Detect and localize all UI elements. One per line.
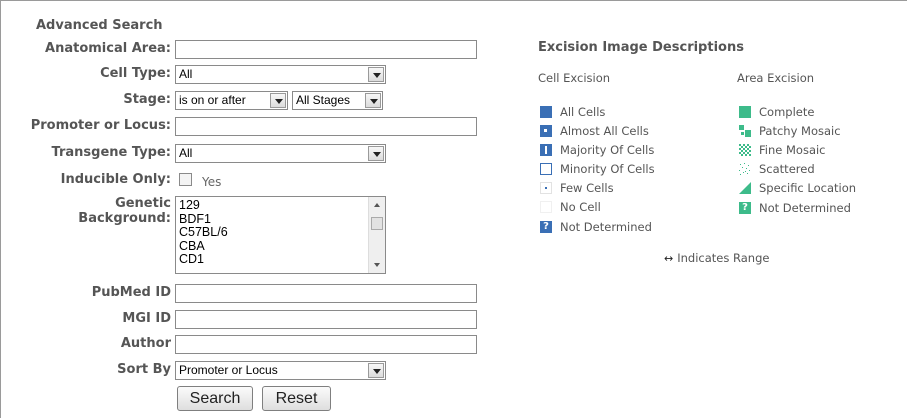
cell-type-label: Cell Type: (100, 66, 171, 81)
page-border-left (0, 0, 1, 418)
chevron-down-icon[interactable] (365, 93, 381, 108)
range-note: ↔ Indicates Range (664, 251, 769, 265)
chevron-down-icon[interactable] (270, 93, 286, 108)
scattered-icon (739, 163, 751, 175)
list-option[interactable]: C57BL/6 (176, 226, 385, 240)
reset-button[interactable]: Reset (262, 386, 331, 411)
cell-type-value: All (179, 67, 193, 81)
search-button[interactable]: Search (177, 386, 253, 411)
mgi-label: MGI ID (122, 311, 171, 326)
pubmed-input[interactable] (175, 284, 477, 303)
scroll-up-icon[interactable] (374, 203, 380, 207)
genetic-background-listbox[interactable]: 129 BDF1 C57BL/6 CBA CD1 (175, 196, 386, 274)
pubmed-label: PubMed ID (91, 285, 171, 300)
inducible-checkbox[interactable] (179, 173, 192, 186)
author-label: Author (120, 336, 171, 351)
question-icon: ? (540, 221, 552, 233)
listbox-scrollbar[interactable] (368, 197, 385, 273)
scroll-down-icon[interactable] (374, 263, 380, 267)
fine-mosaic-icon (739, 144, 751, 156)
genetic-label-line1: Genetic (115, 196, 171, 211)
almost-all-cells-icon (540, 125, 552, 137)
question-icon: ? (739, 202, 751, 214)
specific-location-icon (739, 182, 751, 194)
inducible-label: Inducible Only: (60, 172, 171, 187)
genetic-label-line2: Background: (78, 211, 171, 226)
patchy-mosaic-icon (739, 125, 751, 137)
transgene-type-label: Transgene Type: (51, 145, 171, 160)
stage-operator-select[interactable]: is on or after (175, 91, 288, 110)
no-cell-icon (540, 201, 552, 213)
cell-type-select[interactable]: All (175, 65, 386, 84)
complete-icon (739, 106, 751, 118)
anatomical-area-label: Anatomical Area: (45, 41, 171, 56)
author-input[interactable] (175, 335, 477, 354)
mgi-input[interactable] (175, 310, 477, 329)
chevron-down-icon[interactable] (368, 146, 384, 161)
double-arrow-icon: ↔ (664, 252, 674, 265)
stage-label: Stage: (123, 92, 171, 107)
list-option[interactable]: CBA (176, 239, 385, 254)
scroll-thumb[interactable] (371, 217, 383, 230)
transgene-type-select[interactable]: All (175, 144, 386, 163)
stage-value: All Stages (296, 93, 351, 107)
legend-title: Excision Image Descriptions (538, 40, 744, 55)
sort-by-label: Sort By (117, 362, 171, 377)
chevron-down-icon[interactable] (368, 363, 384, 378)
transgene-type-value: All (179, 146, 193, 160)
list-option[interactable]: BDF1 (176, 212, 385, 227)
list-option[interactable]: CD1 (176, 253, 385, 267)
stage-operator-value: is on or after (179, 93, 246, 107)
cell-excision-heading: Cell Excision (538, 71, 611, 85)
all-cells-icon (540, 106, 552, 118)
sort-by-value: Promoter or Locus (179, 363, 278, 377)
range-note-text: Indicates Range (677, 251, 770, 265)
promoter-input[interactable] (175, 117, 477, 136)
chevron-down-icon[interactable] (368, 67, 384, 82)
inducible-yes-label: Yes (202, 175, 222, 189)
stage-select[interactable]: All Stages (292, 91, 383, 110)
page-border-top (0, 0, 907, 1)
form-title: Advanced Search (36, 18, 163, 33)
few-cells-icon (540, 182, 552, 194)
minority-cells-icon (540, 163, 552, 175)
promoter-label: Promoter or Locus: (30, 118, 171, 133)
sort-by-select[interactable]: Promoter or Locus (175, 361, 386, 380)
area-excision-heading: Area Excision (737, 71, 815, 85)
majority-cells-icon (540, 144, 552, 156)
list-option[interactable]: 129 (176, 198, 385, 213)
anatomical-area-input[interactable] (175, 40, 477, 59)
